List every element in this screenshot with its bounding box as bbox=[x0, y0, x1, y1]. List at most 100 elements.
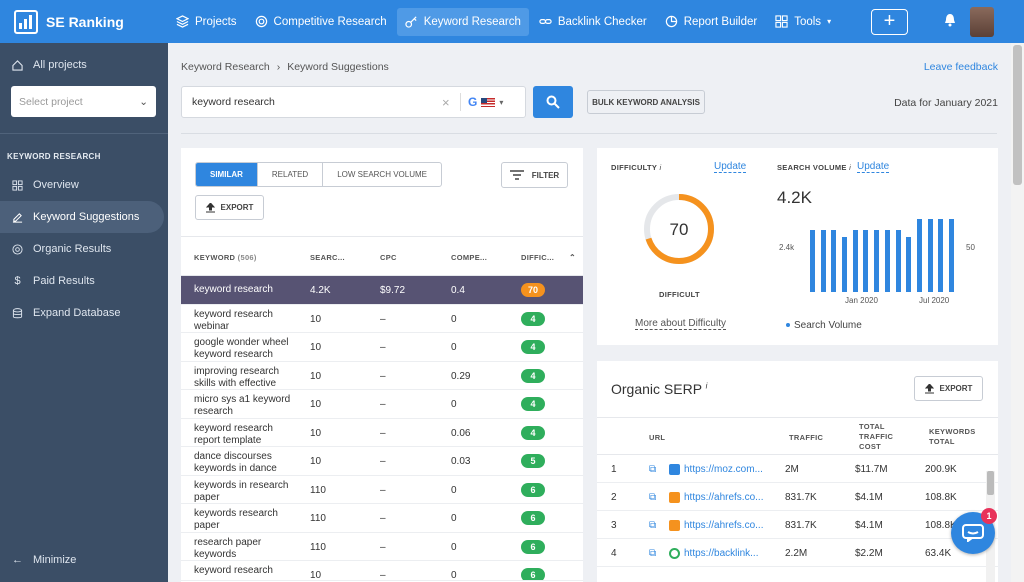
table-row[interactable]: dance discourses keywords in dance 10 – … bbox=[181, 447, 583, 476]
table-row[interactable]: keyword research webinar 10 – 0 4 bbox=[181, 305, 583, 333]
chevron-up-icon[interactable]: ⌃ bbox=[569, 253, 576, 262]
nav-projects[interactable]: Projects bbox=[168, 8, 245, 36]
table-row[interactable]: improving research skills with effective… bbox=[181, 362, 583, 390]
external-link-icon[interactable]: ⧉ bbox=[649, 492, 656, 503]
sidebar-item-all-projects[interactable]: All projects bbox=[0, 49, 168, 81]
difficulty-update-link[interactable]: Update bbox=[714, 161, 747, 173]
url-link[interactable]: https://backlink... bbox=[684, 548, 758, 559]
chart-bar[interactable] bbox=[884, 229, 890, 292]
bell-icon[interactable] bbox=[944, 13, 956, 27]
column-search-volume[interactable]: SEARC... bbox=[310, 253, 345, 262]
volume-update-link[interactable]: Update bbox=[857, 161, 890, 173]
chart-bar[interactable] bbox=[927, 219, 933, 292]
table-row[interactable]: keyword research 4.2K $9.72 0.4 70 bbox=[181, 276, 583, 305]
keyword-cell[interactable]: keyword research report template bbox=[194, 423, 294, 447]
chart-bar[interactable] bbox=[906, 236, 912, 292]
filter-button[interactable]: FILTER bbox=[501, 162, 568, 188]
chart-bar[interactable] bbox=[842, 236, 847, 292]
sidebar-item-organic-results[interactable]: Organic Results bbox=[0, 233, 168, 265]
chart-bar[interactable] bbox=[809, 229, 815, 292]
sidebar-item-keyword-suggestions[interactable]: Keyword Suggestions bbox=[0, 201, 164, 233]
table-row[interactable]: google wonder wheel keyword research 10 … bbox=[181, 333, 583, 362]
column-url[interactable]: URL bbox=[649, 433, 665, 443]
keyword-cell[interactable]: research paper keywords bbox=[194, 537, 294, 561]
search-input[interactable]: keyword research × G ▾ bbox=[181, 86, 526, 118]
sidebar-item-paid-results[interactable]: $ Paid Results bbox=[0, 265, 168, 297]
chart-bar[interactable] bbox=[895, 229, 901, 292]
scroll-thumb[interactable] bbox=[987, 471, 994, 495]
search-engine-select[interactable]: G ▾ bbox=[468, 95, 503, 109]
table-row[interactable]: 1 ⧉ https://moz.com... 2M $11.7M 200.9K bbox=[597, 455, 998, 483]
bulk-keyword-analysis-button[interactable]: BULK KEYWORD ANALYSIS bbox=[587, 90, 705, 114]
table-row[interactable]: micro sys a1 keyword research 10 – 0 4 bbox=[181, 390, 583, 419]
keyword-cell[interactable]: google wonder wheel keyword research bbox=[194, 337, 294, 361]
keyword-cell[interactable]: improving research skills with effective bbox=[194, 366, 294, 390]
nav-keyword-research[interactable]: Keyword Research bbox=[396, 7, 529, 36]
serp-export-button[interactable]: EXPORT bbox=[914, 376, 983, 401]
table-row[interactable]: keywords in research paper 110 – 0 6 bbox=[181, 476, 583, 504]
external-link-icon[interactable]: ⧉ bbox=[649, 464, 656, 475]
info-icon[interactable]: i bbox=[849, 163, 851, 172]
export-button[interactable]: EXPORT bbox=[195, 195, 264, 220]
more-about-difficulty-link[interactable]: More about Difficulty bbox=[635, 318, 726, 330]
keyword-cell[interactable]: keywords in research paper bbox=[194, 480, 294, 504]
nav-tools[interactable]: Tools ▾ bbox=[767, 8, 839, 36]
table-row[interactable]: 3 ⧉ https://ahrefs.co... 831.7K $4.1M 10… bbox=[597, 511, 998, 539]
external-link-icon[interactable]: ⧉ bbox=[649, 548, 656, 559]
leave-feedback-link[interactable]: Leave feedback bbox=[924, 61, 998, 73]
column-traffic[interactable]: TRAFFIC bbox=[789, 433, 823, 443]
avatar[interactable] bbox=[970, 7, 994, 37]
divider bbox=[0, 133, 168, 134]
column-keywords-total[interactable]: KEYWORDS TOTAL bbox=[929, 427, 976, 447]
chart-bar[interactable] bbox=[820, 229, 826, 292]
nav-competitive-research[interactable]: Competitive Research bbox=[247, 8, 395, 36]
table-row[interactable]: 4 ⧉ https://backlink... 2.2M $2.2M 63.4K bbox=[597, 539, 998, 567]
column-competition[interactable]: COMPE... bbox=[451, 253, 487, 262]
external-link-icon[interactable]: ⧉ bbox=[649, 520, 656, 531]
brand-logo[interactable]: SE Ranking bbox=[0, 9, 168, 34]
chart-bar[interactable] bbox=[874, 229, 880, 292]
url-link[interactable]: https://moz.com... bbox=[684, 464, 763, 475]
search-button[interactable] bbox=[533, 86, 573, 118]
table-row[interactable]: keyword research report template 10 – 0.… bbox=[181, 419, 583, 447]
tab-related[interactable]: RELATED bbox=[258, 163, 324, 186]
table-row[interactable]: keywords research paper 110 – 0 6 bbox=[181, 504, 583, 533]
scroll-thumb[interactable] bbox=[1013, 45, 1022, 185]
keyword-cell[interactable]: micro sys a1 keyword research bbox=[194, 394, 294, 418]
column-cpc[interactable]: CPC bbox=[380, 253, 397, 262]
table-row[interactable]: 2 ⧉ https://ahrefs.co... 831.7K $4.1M 10… bbox=[597, 483, 998, 511]
chart-bar[interactable] bbox=[863, 229, 869, 292]
info-icon[interactable]: i bbox=[706, 381, 708, 390]
close-icon[interactable]: × bbox=[442, 95, 450, 110]
minimize-button[interactable]: ← Minimize bbox=[0, 544, 168, 576]
sidebar-item-expand-database[interactable]: Expand Database bbox=[0, 297, 168, 329]
chart-bar[interactable] bbox=[938, 219, 944, 292]
sidebar-item-overview[interactable]: Overview bbox=[0, 169, 168, 201]
keyword-cell[interactable]: keywords research paper bbox=[194, 508, 294, 532]
add-button[interactable]: + bbox=[871, 9, 908, 35]
keyword-cell[interactable]: dance discourses keywords in dance bbox=[194, 451, 294, 475]
project-select[interactable]: Select project ⌄ bbox=[11, 86, 156, 117]
chart-bar[interactable] bbox=[917, 219, 922, 292]
column-traffic-cost[interactable]: TOTAL TRAFFIC COST bbox=[859, 422, 893, 452]
breadcrumb-link[interactable]: Keyword Research bbox=[181, 61, 270, 73]
chart-bar[interactable] bbox=[949, 219, 955, 292]
tab-similar[interactable]: SIMILAR bbox=[196, 163, 258, 186]
url-link[interactable]: https://ahrefs.co... bbox=[684, 492, 763, 503]
page-scrollbar[interactable] bbox=[1011, 43, 1024, 582]
chart-bar[interactable] bbox=[852, 229, 858, 292]
keyword-cell[interactable]: keyword research bbox=[194, 565, 294, 577]
nav-report-builder[interactable]: Report Builder bbox=[657, 8, 766, 36]
tab-low-search-volume[interactable]: LOW SEARCH VOLUME bbox=[323, 163, 441, 186]
column-keyword[interactable]: KEYWORD (506) bbox=[194, 253, 257, 262]
info-icon[interactable]: i bbox=[659, 163, 661, 172]
url-link[interactable]: https://ahrefs.co... bbox=[684, 520, 763, 531]
chart-bar[interactable] bbox=[831, 229, 837, 292]
table-row[interactable]: research paper keywords 110 – 0 6 bbox=[181, 533, 583, 561]
keyword-cell[interactable]: keyword research webinar bbox=[194, 309, 294, 333]
keyword-cell[interactable]: keyword research bbox=[194, 284, 294, 296]
column-difficulty[interactable]: DIFFIC... bbox=[521, 253, 554, 262]
table-row[interactable]: keyword research 10 – 0 6 bbox=[181, 561, 583, 581]
chat-button[interactable]: 1 bbox=[951, 508, 997, 554]
nav-backlink-checker[interactable]: Backlink Checker bbox=[531, 8, 655, 36]
